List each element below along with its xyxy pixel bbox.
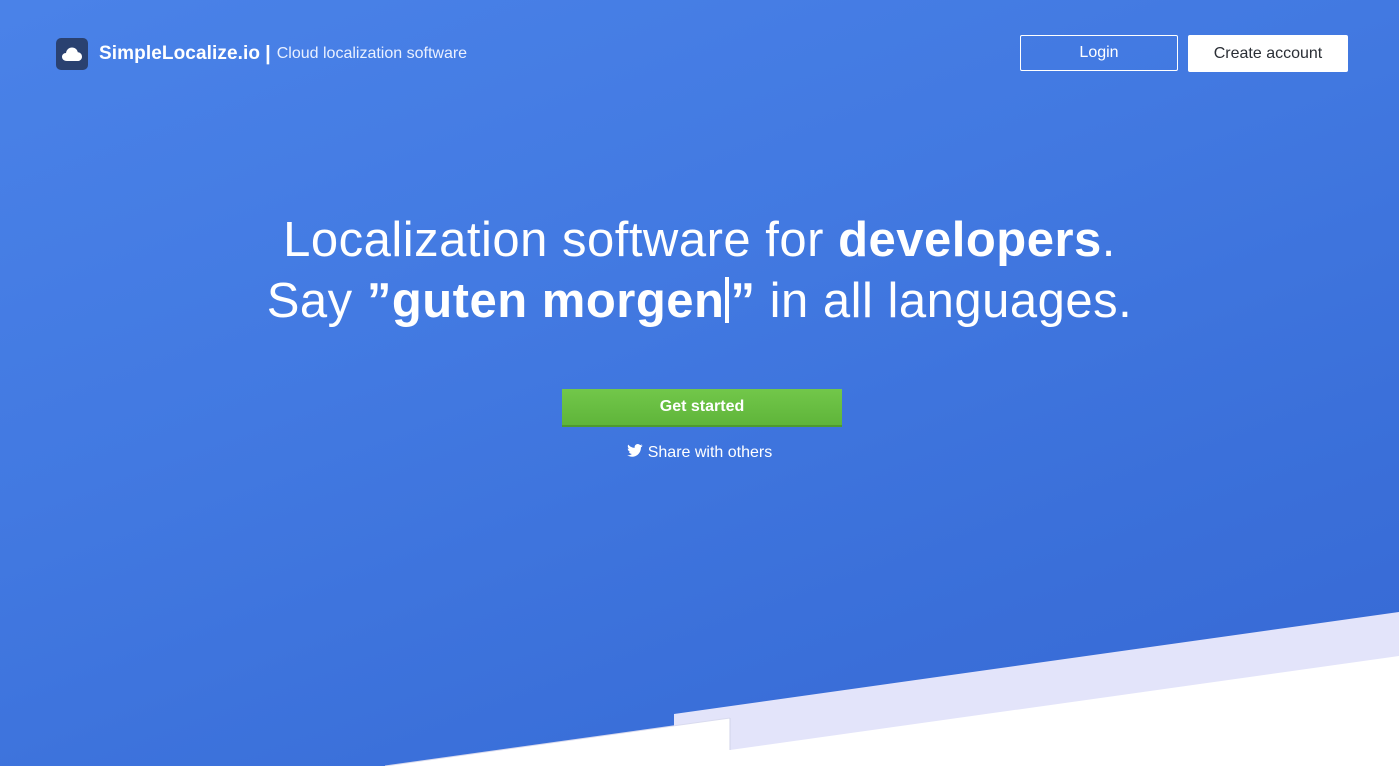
bottom-wave-decoration [384, 612, 1399, 766]
hero-section: SimpleLocalize.io | Cloud localization s… [0, 0, 1399, 766]
